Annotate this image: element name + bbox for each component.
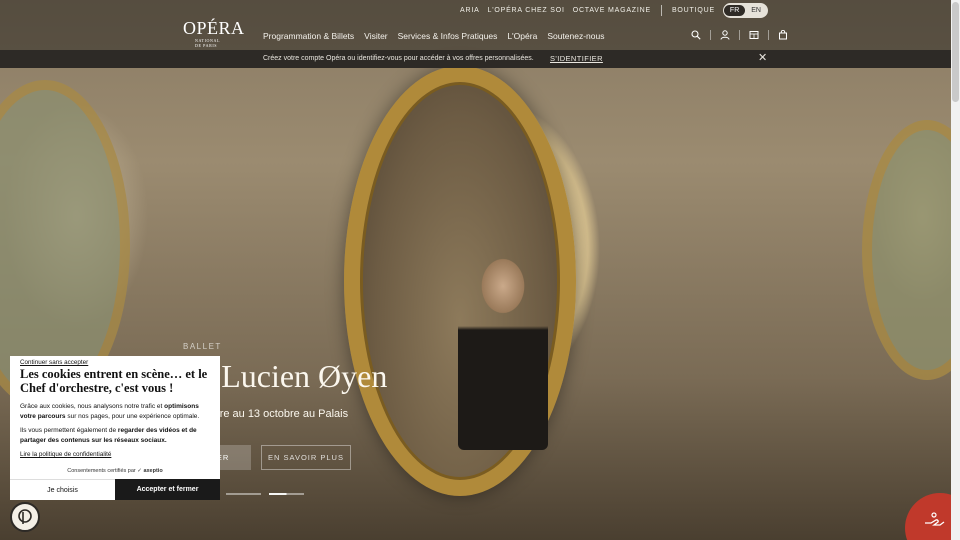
nav-visiter[interactable]: Visiter <box>364 31 387 41</box>
toplink-aria[interactable]: ARIA <box>460 7 480 14</box>
cookie-text-2: Ils vous permettent également de regarde… <box>20 426 212 445</box>
choose-cookies-button[interactable]: Je choisis <box>10 479 115 500</box>
toplink-boutique[interactable]: BOUTIQUE <box>672 7 715 14</box>
certified-by: Consentements certifiés par ✓ axeptio <box>10 468 220 474</box>
ticket-icon[interactable] <box>748 29 760 41</box>
axeptio-brand: axeptio <box>143 468 163 474</box>
nav-services[interactable]: Services & Infos Pratiques <box>398 31 498 41</box>
toplink-octave-magazine[interactable]: OCTAVE MAGAZINE <box>573 7 651 14</box>
divider <box>660 5 662 16</box>
cookie-text-2a: Ils vous permettent également de <box>20 427 118 434</box>
cookie-consent-dialog: Continuer sans accepter Les cookies entr… <box>10 356 220 500</box>
login-notice-bar: Créez votre compte Opéra ou identifiez-v… <box>0 50 951 68</box>
opera-logo[interactable]: OPÉRA NATIONAL DE PARIS <box>183 18 245 48</box>
nav-soutenez[interactable]: Soutenez-nous <box>547 31 604 41</box>
lang-fr[interactable]: FR <box>723 5 746 16</box>
hero-category: BALLET <box>183 342 222 351</box>
hand-icon <box>923 511 945 534</box>
user-icon[interactable] <box>719 29 731 41</box>
toplink-opera-chez-soi[interactable]: L'OPÉRA CHEZ SOI <box>488 7 565 14</box>
top-links: ARIA L'OPÉRA CHEZ SOI OCTAVE MAGAZINE BO… <box>460 3 768 18</box>
divider <box>710 30 711 40</box>
accept-close-button[interactable]: Accepter et fermer <box>115 479 220 500</box>
carousel-dot-3[interactable] <box>269 493 304 495</box>
divider <box>739 30 740 40</box>
scrollbar-thumb[interactable] <box>952 2 959 102</box>
site-header: ARIA L'OPÉRA CHEZ SOI OCTAVE MAGAZINE BO… <box>0 0 951 50</box>
hero-person <box>458 250 548 450</box>
bag-icon[interactable] <box>777 29 789 41</box>
nav-programmation[interactable]: Programmation & Billets <box>263 31 354 41</box>
divider <box>768 30 769 40</box>
close-icon[interactable]: ✕ <box>758 53 767 64</box>
lang-en[interactable]: EN <box>745 5 767 16</box>
logo-text: OPÉRA <box>183 18 245 38</box>
carousel-dot-2[interactable] <box>226 493 261 495</box>
search-icon[interactable] <box>690 29 702 41</box>
cookie-text-1a: Grâce aux cookies, nous analysons notre … <box>20 403 165 410</box>
logo-subtext-line2: DE PARIS <box>195 43 218 48</box>
cookie-title: Les cookies entrent en scène… et le Chef… <box>20 367 208 395</box>
language-switch: FR EN <box>722 3 768 18</box>
certified-text: Consentements certifiés par <box>67 468 136 474</box>
cookie-text-1c: sur nos pages, pour une expérience optim… <box>65 412 200 420</box>
cookie-settings-button[interactable] <box>10 502 40 532</box>
continue-without-accepting-link[interactable]: Continuer sans accepter <box>20 359 88 366</box>
login-link[interactable]: S'IDENTIFIER <box>550 54 603 63</box>
main-nav: Programmation & Billets Visiter Services… <box>263 31 605 41</box>
notice-message: Créez votre compte Opéra ou identifiez-v… <box>263 55 534 62</box>
axeptio-icon <box>18 509 32 524</box>
header-icons <box>690 29 789 41</box>
nav-opera[interactable]: L'Opéra <box>507 31 537 41</box>
axeptio-check-icon: ✓ <box>137 468 142 474</box>
logo-subtext: NATIONAL DE PARIS <box>195 38 220 48</box>
privacy-policy-link[interactable]: Lire la politique de confidentialité <box>20 451 111 458</box>
cookie-text-1: Grâce aux cookies, nous analysons notre … <box>20 402 212 421</box>
learn-more-button[interactable]: EN SAVOIR PLUS <box>261 445 351 470</box>
